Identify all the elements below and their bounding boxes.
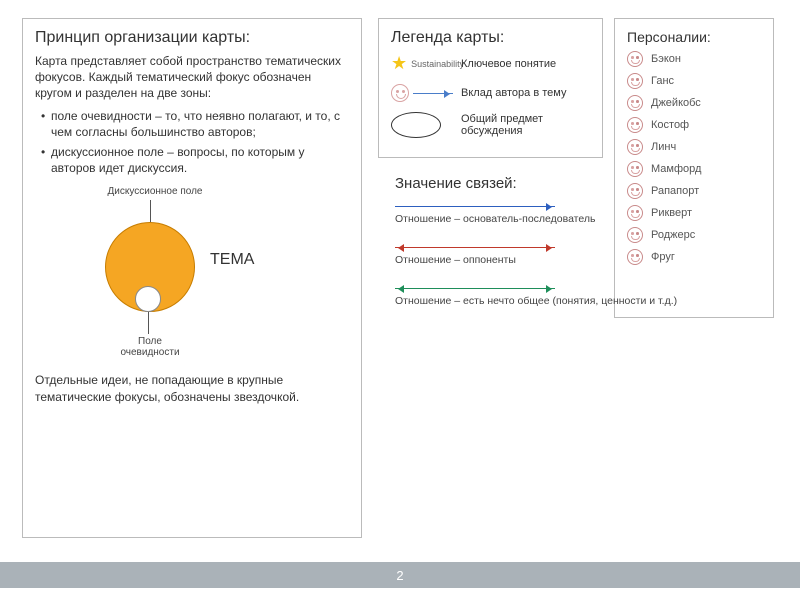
bullet-discussion: дискуссионное поле – вопросы, по которым… xyxy=(41,144,349,176)
smiley-icon xyxy=(627,117,643,133)
discussion-field-label: Дискуссионное поле xyxy=(95,186,215,197)
smiley-icon xyxy=(627,139,643,155)
smiley-icon xyxy=(627,95,643,111)
legend-row-face: Вклад автора в тему xyxy=(391,84,590,102)
arrow-icon xyxy=(413,93,453,94)
legend-panel: Легенда карты: ★ Sustainability Ключевое… xyxy=(378,18,603,158)
principle-panel: Принцип организации карты: Карта предста… xyxy=(22,18,362,538)
relation-common: Отношение – есть нечто общее (понятия, ц… xyxy=(395,288,775,307)
red-arrow-icon xyxy=(395,247,555,248)
legend-row-oval: Общий предмет обсуждения xyxy=(391,112,590,138)
principle-footnote: Отдельные идеи, не попадающие в крупные … xyxy=(35,372,349,404)
legend-star-text: Ключевое понятие xyxy=(461,58,590,70)
legend-oval-text: Общий предмет обсуждения xyxy=(461,113,590,137)
green-arrow-icon xyxy=(395,288,555,289)
bullet-evidence: поле очевидности – то, что неявно полага… xyxy=(41,108,349,140)
arrow-down-icon xyxy=(150,200,151,222)
personality-name: Линч xyxy=(651,141,676,153)
personality-name: Мамфорд xyxy=(651,163,701,175)
blue-arrow-icon xyxy=(395,206,555,207)
legend-title: Легенда карты: xyxy=(391,29,590,47)
principle-title: Принцип организации карты: xyxy=(35,29,349,47)
personality-name: Ганс xyxy=(651,75,674,87)
star-icon: ★ xyxy=(391,53,407,74)
personality-row: Костоф xyxy=(627,117,761,133)
smiley-icon xyxy=(391,84,409,102)
personality-name: Костоф xyxy=(651,119,689,131)
oval-icon xyxy=(391,112,441,138)
personality-row: Ганс xyxy=(627,73,761,89)
relation-common-text: Отношение – есть нечто общее (понятия, ц… xyxy=(395,295,775,307)
smiley-icon xyxy=(627,73,643,89)
personalities-title: Персоналии: xyxy=(627,29,761,45)
theme-label: ТЕМА xyxy=(210,251,260,269)
principle-intro: Карта представляет собой пространство те… xyxy=(35,53,349,102)
page-number: 2 xyxy=(396,568,403,583)
star-caption: Sustainability xyxy=(411,59,464,69)
legend-face-text: Вклад автора в тему xyxy=(461,87,590,99)
personality-row: Бэкон xyxy=(627,51,761,67)
page-footer: 2 xyxy=(0,562,800,588)
relations-title: Значение связей: xyxy=(395,175,775,192)
personality-row: Джейкобс xyxy=(627,95,761,111)
legend-row-star: ★ Sustainability Ключевое понятие xyxy=(391,53,590,74)
relation-opponents-text: Отношение – оппоненты xyxy=(395,254,775,266)
evidence-field-label: Поле очевидности xyxy=(110,336,190,358)
arrow-up-icon xyxy=(148,312,149,334)
relation-founder: Отношение – основатель-последователь xyxy=(395,206,775,225)
relation-opponents: Отношение – оппоненты xyxy=(395,247,775,266)
personality-name: Бэкон xyxy=(651,53,681,65)
personality-name: Джейкобс xyxy=(651,97,701,109)
relation-founder-text: Отношение – основатель-последователь xyxy=(395,213,775,225)
theme-diagram: Дискуссионное поле ТЕМА Поле очевидности xyxy=(35,186,349,366)
relations-section: Значение связей: Отношение – основатель-… xyxy=(395,175,775,329)
smiley-icon xyxy=(627,51,643,67)
personality-row: Линч xyxy=(627,139,761,155)
principle-bullets: поле очевидности – то, что неявно полага… xyxy=(41,108,349,177)
